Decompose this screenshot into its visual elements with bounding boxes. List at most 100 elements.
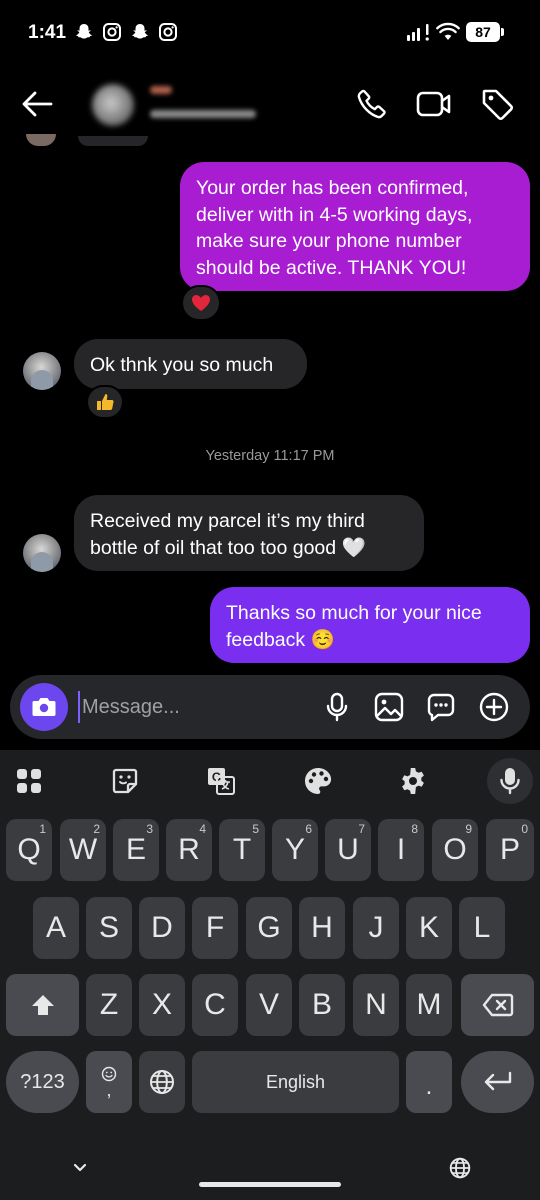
globe-icon <box>449 1157 471 1179</box>
key-hint: 4 <box>199 822 206 836</box>
message-line: bottle of oil that too too good 🤍 <box>90 536 366 559</box>
add-button[interactable] <box>478 691 510 723</box>
battery-tip <box>501 28 504 36</box>
message-line: Your order has been confirmed, <box>196 177 469 199</box>
key-label: T <box>232 833 252 866</box>
video-call-button[interactable] <box>416 86 452 122</box>
keyboard-voice-button[interactable] <box>487 758 533 804</box>
language-key[interactable] <box>139 1051 185 1113</box>
message-bubble-outgoing[interactable]: Thanks so much for your nice feedback ☺️ <box>210 587 530 663</box>
key-r[interactable]: R4 <box>166 819 212 881</box>
shift-key[interactable] <box>6 974 79 1036</box>
key-y[interactable]: Y6 <box>272 819 318 881</box>
keyboard-apps-button[interactable] <box>12 764 46 798</box>
symbols-key[interactable]: ?123 <box>6 1051 79 1113</box>
backspace-key[interactable] <box>461 974 534 1036</box>
message-line: feedback ☺️ <box>226 628 335 651</box>
keyboard-settings-button[interactable] <box>396 764 430 798</box>
microphone-icon <box>500 768 520 795</box>
gallery-button[interactable] <box>373 691 405 723</box>
key-o[interactable]: O9 <box>432 819 478 881</box>
key-hint: 2 <box>93 822 100 836</box>
key-l[interactable]: L <box>459 897 505 959</box>
key-t[interactable]: T5 <box>219 819 265 881</box>
contact-avatar-small[interactable] <box>23 534 61 572</box>
globe-icon <box>150 1070 174 1094</box>
settings-icon <box>402 768 424 794</box>
enter-key[interactable] <box>461 1051 534 1113</box>
key-v[interactable]: V <box>246 974 292 1036</box>
battery-indicator: 87 <box>466 22 500 42</box>
contact-name-redacted[interactable] <box>150 86 172 94</box>
previous-bubble-partial <box>78 136 148 146</box>
key-w[interactable]: W2 <box>60 819 106 881</box>
key-g[interactable]: G <box>246 897 292 959</box>
keyboard-theme-button[interactable] <box>301 764 335 798</box>
microphone-icon <box>326 692 348 722</box>
message-line: should be active. THANK YOU! <box>196 256 467 279</box>
message-input[interactable] <box>78 691 308 723</box>
message-bubble-outgoing[interactable]: Your order has been confirmed, deliver w… <box>180 162 530 291</box>
key-hint: 7 <box>358 822 365 836</box>
keyboard-translate-button[interactable]: G <box>204 764 238 798</box>
key-i[interactable]: I8 <box>378 819 424 881</box>
key-hint: 6 <box>305 822 312 836</box>
key-q[interactable]: Q1 <box>6 819 52 881</box>
voice-message-button[interactable] <box>321 691 353 723</box>
sticker-button[interactable] <box>425 691 457 723</box>
emoji-key[interactable]: , <box>86 1051 132 1113</box>
key-hint: 9 <box>465 822 472 836</box>
key-a[interactable]: A <box>33 897 79 959</box>
key-label: N <box>365 988 387 1021</box>
key-d[interactable]: D <box>139 897 185 959</box>
message-bubble-incoming[interactable]: Ok thnk you so much <box>74 339 307 389</box>
message-reaction[interactable] <box>86 385 124 419</box>
tag-button[interactable] <box>479 86 515 122</box>
key-label: Q <box>17 833 41 866</box>
video-icon <box>416 91 451 117</box>
message-line: Thanks so much for your nice <box>226 602 482 624</box>
key-b[interactable]: B <box>299 974 345 1036</box>
translate-icon: G <box>208 768 235 795</box>
emoji-key-comma: , <box>106 1080 112 1100</box>
camera-button[interactable] <box>20 683 68 731</box>
key-n[interactable]: N <box>353 974 399 1036</box>
key-s[interactable]: S <box>86 897 132 959</box>
message-bubble-incoming[interactable]: Received my parcel it’s my third bottle … <box>74 495 424 571</box>
key-f[interactable]: F <box>192 897 238 959</box>
tag-icon <box>482 89 514 121</box>
key-label: I <box>396 833 406 866</box>
contact-username-redacted[interactable] <box>150 110 256 118</box>
key-z[interactable]: Z <box>86 974 132 1036</box>
key-j[interactable]: J <box>353 897 399 959</box>
message-reaction[interactable] <box>181 285 221 321</box>
message-timestamp: Yesterday 11:17 PM <box>205 448 335 464</box>
sticker-icon <box>112 768 138 794</box>
key-k[interactable]: K <box>406 897 452 959</box>
key-label: O <box>443 833 467 866</box>
language-switch-button[interactable] <box>448 1156 472 1180</box>
contact-avatar[interactable] <box>92 84 134 126</box>
period-key[interactable]: . <box>406 1051 452 1113</box>
key-x[interactable]: X <box>139 974 185 1036</box>
chat-header <box>0 66 540 142</box>
key-label: Z <box>99 988 119 1021</box>
gesture-nav-handle[interactable] <box>199 1182 341 1187</box>
space-key[interactable]: English <box>192 1051 399 1113</box>
status-time: 1:41 <box>28 22 67 43</box>
keyboard-sticker-button[interactable] <box>108 764 142 798</box>
hide-keyboard-button[interactable] <box>68 1156 92 1180</box>
instagram-icon <box>103 23 121 41</box>
contact-avatar-small[interactable] <box>23 352 61 390</box>
voice-call-button[interactable] <box>354 86 390 122</box>
key-u[interactable]: U7 <box>325 819 371 881</box>
key-c[interactable]: C <box>192 974 238 1036</box>
key-m[interactable]: M <box>406 974 452 1036</box>
back-button[interactable] <box>19 86 55 122</box>
key-p[interactable]: P0 <box>486 819 534 881</box>
key-h[interactable]: H <box>299 897 345 959</box>
key-e[interactable]: E3 <box>113 819 159 881</box>
backspace-icon <box>482 993 513 1017</box>
key-label: H <box>311 911 333 944</box>
add-icon <box>479 692 509 722</box>
